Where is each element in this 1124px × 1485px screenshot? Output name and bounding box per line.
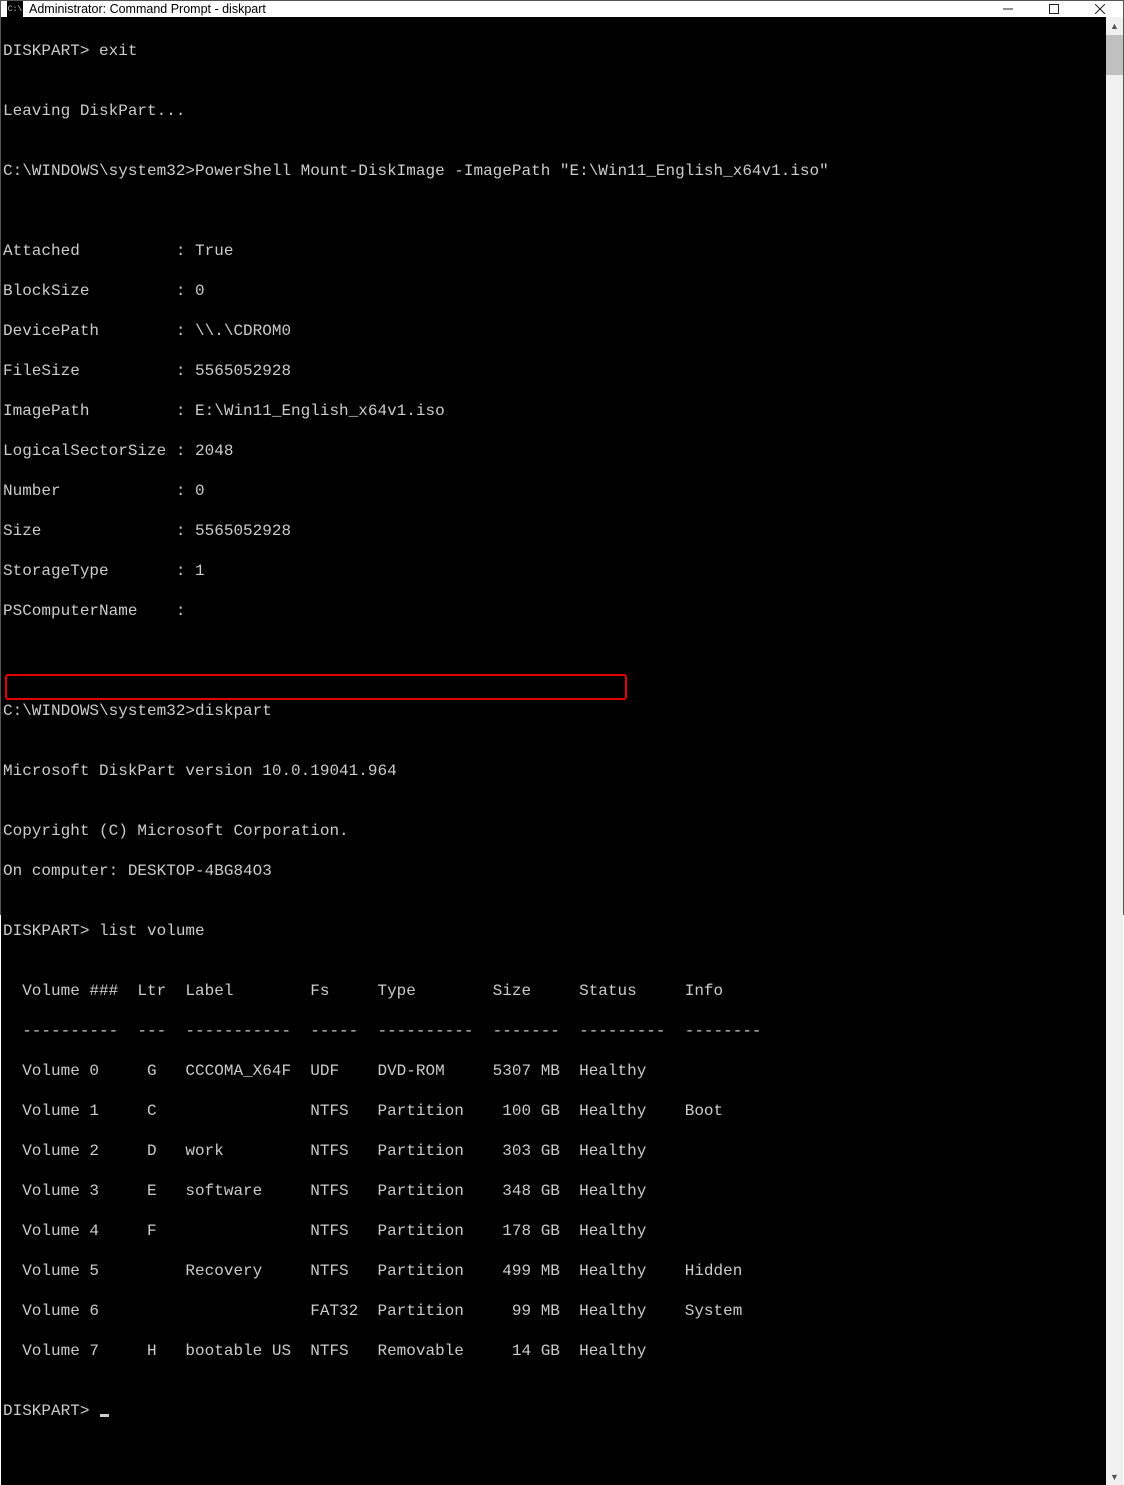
terminal-area: DISKPART> exit Leaving DiskPart... C:\WI…	[1, 17, 1123, 1485]
scroll-thumb[interactable]	[1106, 35, 1123, 75]
terminal-line: LogicalSectorSize : 2048	[3, 441, 1104, 461]
terminal-line: Copyright (C) Microsoft Corporation.	[3, 821, 1104, 841]
terminal-line: Number : 0	[3, 481, 1104, 501]
terminal-line: FileSize : 5565052928	[3, 361, 1104, 381]
table-row: Volume 7 H bootable US NTFS Removable 14…	[3, 1341, 1104, 1361]
table-row: Volume 2 D work NTFS Partition 303 GB He…	[3, 1141, 1104, 1161]
minimize-button[interactable]	[985, 1, 1031, 17]
close-button[interactable]	[1077, 1, 1123, 17]
terminal-line: Microsoft DiskPart version 10.0.19041.96…	[3, 761, 1104, 781]
scroll-down-arrow-icon[interactable]: ▼	[1106, 1468, 1123, 1485]
annotation-highlight	[5, 674, 627, 700]
prompt-line: DISKPART>	[3, 1401, 1104, 1421]
terminal-line: DevicePath : \\.\CDROM0	[3, 321, 1104, 341]
table-header: Volume ### Ltr Label Fs Type Size Status…	[3, 981, 1104, 1001]
command-prompt-window: Administrator: Command Prompt - diskpart…	[0, 0, 1124, 915]
table-row: Volume 0 G CCCOMA_X64F UDF DVD-ROM 5307 …	[3, 1061, 1104, 1081]
terminal-line: DISKPART> exit	[3, 41, 1104, 61]
terminal-line: BlockSize : 0	[3, 281, 1104, 301]
cmd-icon	[7, 1, 23, 17]
prompt-text: DISKPART>	[3, 1402, 99, 1420]
vertical-scrollbar[interactable]: ▲ ▼	[1106, 17, 1123, 1485]
terminal-line: ImagePath : E:\Win11_English_x64v1.iso	[3, 401, 1104, 421]
table-divider: ---------- --- ----------- ----- -------…	[3, 1021, 1104, 1041]
table-row: Volume 1 C NTFS Partition 100 GB Healthy…	[3, 1101, 1104, 1121]
scroll-up-arrow-icon[interactable]: ▲	[1106, 17, 1123, 34]
window-title: Administrator: Command Prompt - diskpart	[29, 2, 266, 16]
titlebar-left: Administrator: Command Prompt - diskpart	[7, 1, 266, 17]
window-controls	[985, 1, 1123, 17]
terminal-line: Size : 5565052928	[3, 521, 1104, 541]
table-row: Volume 5 Recovery NTFS Partition 499 MB …	[3, 1261, 1104, 1281]
terminal-line: PSComputerName :	[3, 601, 1104, 621]
terminal[interactable]: DISKPART> exit Leaving DiskPart... C:\WI…	[1, 17, 1106, 1485]
maximize-button[interactable]	[1031, 1, 1077, 17]
terminal-line: Attached : True	[3, 241, 1104, 261]
terminal-line: StorageType : 1	[3, 561, 1104, 581]
terminal-line: DISKPART> list volume	[3, 921, 1104, 941]
terminal-line: C:\WINDOWS\system32>diskpart	[3, 701, 1104, 721]
table-row: Volume 3 E software NTFS Partition 348 G…	[3, 1181, 1104, 1201]
titlebar[interactable]: Administrator: Command Prompt - diskpart	[1, 1, 1123, 17]
terminal-line: Leaving DiskPart...	[3, 101, 1104, 121]
terminal-line: On computer: DESKTOP-4BG84O3	[3, 861, 1104, 881]
terminal-line: C:\WINDOWS\system32>PowerShell Mount-Dis…	[3, 161, 1104, 181]
cursor-icon	[100, 1414, 109, 1417]
table-row: Volume 4 F NTFS Partition 178 GB Healthy	[3, 1221, 1104, 1241]
table-row: Volume 6 FAT32 Partition 99 MB Healthy S…	[3, 1301, 1104, 1321]
